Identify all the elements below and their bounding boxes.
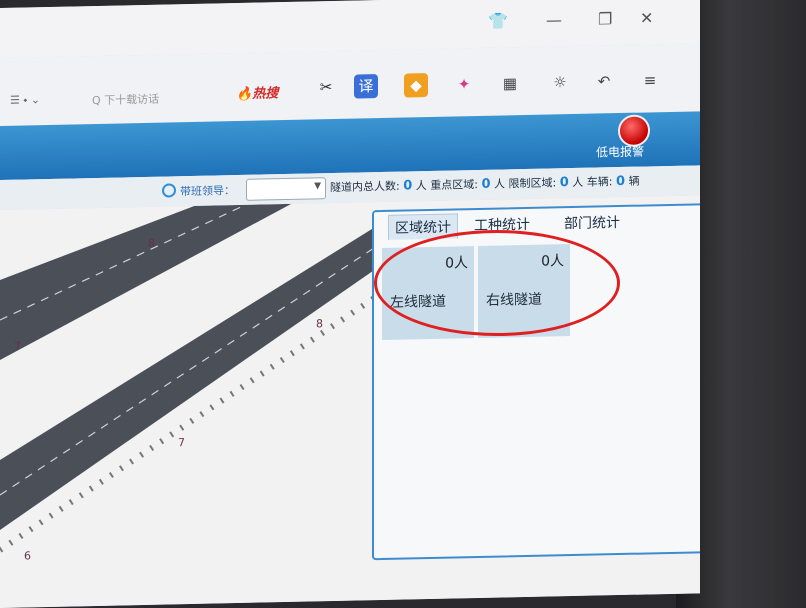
marker-label: 8 (148, 237, 155, 250)
marker-label: 7 (178, 436, 185, 449)
extension-icon[interactable]: ◆ (404, 73, 428, 98)
leader-icon (162, 183, 176, 198)
menu-icon[interactable]: ☰ ⬩ ⌄ (10, 93, 40, 108)
marker-label: 6 (24, 549, 31, 562)
translate-icon[interactable]: 译 (354, 74, 378, 99)
vehicle-unit: 辆 (628, 174, 640, 188)
scissors-icon[interactable]: ✂ (314, 75, 338, 100)
game-icon[interactable]: ✦ (452, 72, 476, 97)
key-area-value: 0 (481, 176, 491, 192)
close-icon[interactable]: ✕ (640, 8, 653, 27)
skin-icon[interactable]: 👕 (488, 11, 508, 30)
total-value: 0 (403, 178, 413, 194)
vehicle-value: 0 (616, 173, 626, 190)
hamburger-icon[interactable]: ≡ (638, 68, 662, 93)
search-input[interactable]: Q 下十载访话 (92, 91, 159, 108)
marker-label: 7 (14, 340, 21, 353)
restricted-area-label: 限制区域: (508, 176, 557, 191)
grid-icon[interactable]: ▦ (498, 71, 522, 96)
alarm-label[interactable]: 低电报警 (596, 143, 644, 161)
brightness-icon[interactable]: ☼ (548, 70, 572, 95)
leader-label: 带班领导： (180, 184, 235, 199)
marker-label: 8 (316, 317, 323, 330)
minimize-icon[interactable]: — (546, 10, 562, 29)
total-unit: 人 (415, 179, 427, 193)
hot-search-label: 热搜 (252, 86, 279, 102)
restricted-area-unit: 人 (572, 175, 584, 190)
annotation-circle (374, 230, 620, 336)
stats-summary: 隧道内总人数: 0 人 重点区域: 0 人 限制区域: 0 人 车辆: 0 辆 (330, 173, 640, 195)
chevron-down-icon: ▼ (314, 181, 321, 192)
key-area-label: 重点区域: (430, 177, 478, 192)
restricted-area-value: 0 (559, 175, 569, 191)
undo-icon[interactable]: ↶ (592, 69, 616, 94)
leader-select[interactable]: ▼ (246, 177, 326, 201)
vehicle-label: 车辆: (586, 175, 613, 189)
restore-icon[interactable]: ❐ (598, 9, 612, 28)
hot-search-link[interactable]: 🔥热搜 (236, 82, 278, 102)
left-tunnel-band (0, 195, 330, 360)
total-label: 隧道内总人数: (330, 179, 400, 195)
key-area-unit: 人 (494, 177, 506, 191)
tab-department-stats[interactable]: 部门统计 (564, 212, 620, 233)
